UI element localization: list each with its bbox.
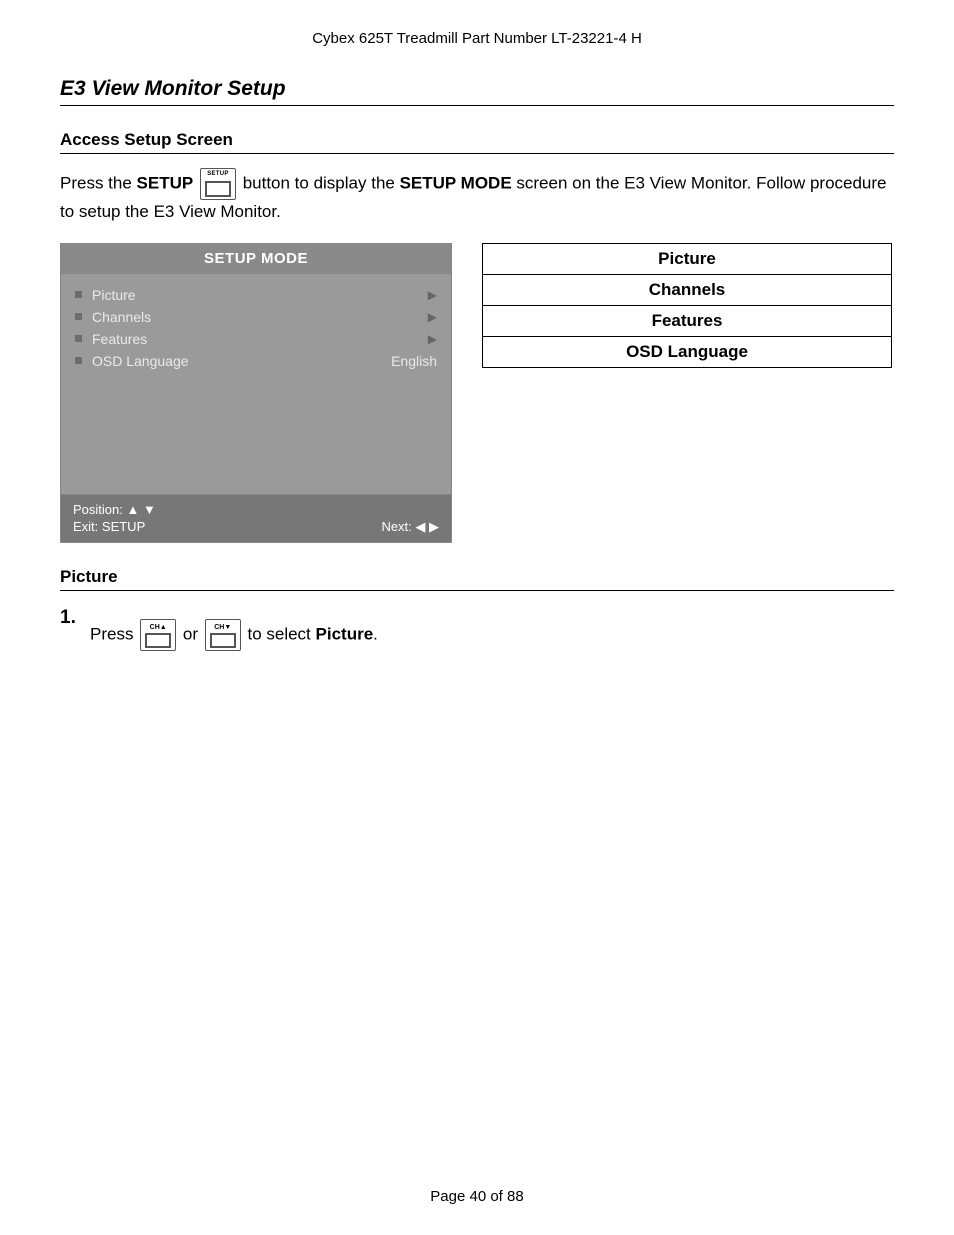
text: to select (243, 624, 316, 643)
setup-word: SETUP (137, 173, 194, 192)
bullet-icon (75, 357, 82, 364)
text: Press the (60, 173, 137, 192)
table-cell: Features (483, 305, 892, 336)
screen-icon (210, 633, 236, 648)
osd-footer-next: Next: ◀ ▶ (381, 519, 439, 535)
osd-screenshot: SETUP MODE Picture ▶ Channels ▶ Features… (60, 243, 452, 543)
osd-row: OSD Language English (75, 350, 437, 372)
setup-button-icon: SETUP (200, 168, 236, 200)
osd-item-label: Picture (92, 287, 428, 303)
access-heading: Access Setup Screen (60, 130, 894, 154)
osd-item-value: English (391, 353, 437, 369)
osd-footer-position: Position: ▲ ▼ (73, 502, 156, 517)
section-title: E3 View Monitor Setup (60, 77, 894, 106)
picture-heading: Picture (60, 567, 894, 591)
table-cell: OSD Language (483, 336, 892, 367)
text: Press (90, 624, 138, 643)
chevron-right-icon: ▶ (428, 332, 437, 346)
text: . (373, 624, 378, 643)
channel-up-button-icon: CH▲ (140, 619, 176, 651)
ch-down-label: CH▼ (206, 623, 240, 633)
text: or (178, 624, 203, 643)
osd-item-label: OSD Language (92, 353, 391, 369)
menu-items-table: Picture Channels Features OSD Language (482, 243, 892, 368)
chevron-right-icon: ▶ (428, 288, 437, 302)
table-cell: Channels (483, 274, 892, 305)
channel-down-button-icon: CH▼ (205, 619, 241, 651)
access-paragraph: Press the SETUP SETUP button to display … (60, 168, 894, 225)
osd-footer-exit: Exit: SETUP (73, 519, 145, 535)
osd-row: Picture ▶ (75, 284, 437, 306)
page-number: Page 40 of 88 (0, 1188, 954, 1205)
bullet-icon (75, 335, 82, 342)
table-cell: Picture (483, 243, 892, 274)
osd-title: SETUP MODE (61, 244, 451, 274)
bullet-icon (75, 291, 82, 298)
osd-row: Channels ▶ (75, 306, 437, 328)
osd-item-label: Features (92, 331, 428, 347)
step-number: 1. (60, 605, 90, 651)
step-row: 1. Press CH▲ or CH▼ to select Picture. (60, 605, 894, 651)
setup-mode-word: SETUP MODE (400, 173, 512, 192)
ch-up-label: CH▲ (141, 623, 175, 633)
text: button to display the (238, 173, 400, 192)
setup-icon-label: SETUP (201, 170, 235, 179)
doc-header: Cybex 625T Treadmill Part Number LT-2322… (60, 30, 894, 47)
bullet-icon (75, 313, 82, 320)
screen-icon (205, 181, 231, 197)
osd-item-label: Channels (92, 309, 428, 325)
screen-icon (145, 633, 171, 648)
picture-word: Picture (316, 624, 374, 643)
osd-row: Features ▶ (75, 328, 437, 350)
chevron-right-icon: ▶ (428, 310, 437, 324)
